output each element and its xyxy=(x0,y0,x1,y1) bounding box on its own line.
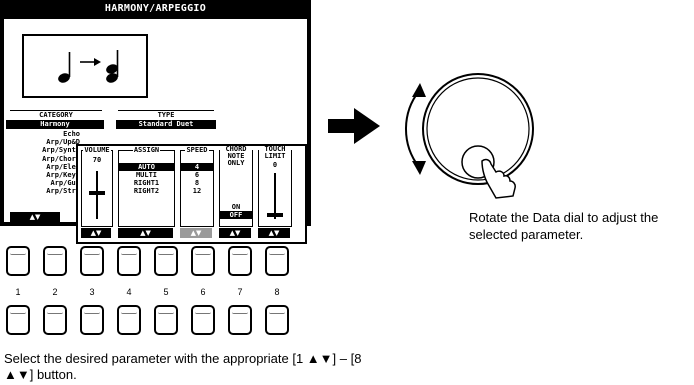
upper-button-7[interactable] xyxy=(228,246,252,276)
lower-button-7[interactable] xyxy=(228,305,252,335)
volume-column: VOLUME 70 xyxy=(81,146,113,227)
lower-button-5[interactable] xyxy=(154,305,178,335)
volume-value: 70 xyxy=(92,156,102,164)
upper-button-5[interactable] xyxy=(154,246,178,276)
touch-limit-value: 0 xyxy=(272,161,278,169)
parameter-panel: VOLUME 70 ▲▼ ASSIGN AUTO MULTI RIGHT1 RI… xyxy=(76,144,307,244)
category-selected[interactable]: Harmony xyxy=(6,120,104,129)
type-header: TYPE xyxy=(118,110,214,120)
speed-label: SPEED xyxy=(185,146,209,154)
type-selected[interactable]: Standard Duet xyxy=(116,120,216,129)
volume-slider[interactable] xyxy=(88,171,106,219)
button-number-5: 5 xyxy=(163,287,169,297)
speed-column: SPEED 4 6 8 12 xyxy=(180,146,214,227)
chord-note-only-button-label: ▲▼ xyxy=(219,228,251,238)
touch-limit-label: TOUCH LIMIT xyxy=(259,146,291,160)
button-number-8: 8 xyxy=(274,287,280,297)
button-number-4: 4 xyxy=(126,287,132,297)
touch-limit-slider[interactable] xyxy=(266,173,284,219)
lower-button-4[interactable] xyxy=(117,305,141,335)
button-number-2: 2 xyxy=(52,287,58,297)
speed-option-12[interactable]: 12 xyxy=(181,187,213,195)
upper-button-4[interactable] xyxy=(117,246,141,276)
screen-title: HARMONY/ARPEGGIO xyxy=(104,3,207,14)
lower-button-1[interactable] xyxy=(6,305,30,335)
assign-option-multi[interactable]: MULTI xyxy=(119,171,174,179)
button-number-7: 7 xyxy=(237,287,243,297)
chord-note-only-label: CHORD NOTE ONLY xyxy=(220,146,252,167)
category-list: Echo Arp/Up&D Arp/Synth Arp/Chord Arp/El… xyxy=(4,130,80,196)
category-header: CATEGORY xyxy=(10,110,102,120)
speed-option-6[interactable]: 6 xyxy=(181,171,213,179)
button-number-3: 3 xyxy=(89,287,95,297)
touch-limit-slider-knob xyxy=(267,213,283,217)
category-item[interactable]: Arp/Chord xyxy=(4,155,80,163)
select-parameter-caption: Select the desired parameter with the ap… xyxy=(4,351,362,382)
category-item[interactable]: Arp/Stri xyxy=(4,187,80,195)
category-item[interactable]: Arp/Gui xyxy=(4,179,80,187)
assign-option-right2[interactable]: RIGHT2 xyxy=(119,187,174,195)
lower-button-8[interactable] xyxy=(265,305,289,335)
assign-button-label: ▲▼ xyxy=(118,228,173,238)
button-number-6: 6 xyxy=(200,287,206,297)
rotate-dial-caption: Rotate the Data dial to adjust the selec… xyxy=(469,210,659,242)
assign-label: ASSIGN xyxy=(132,146,161,154)
upper-button-6[interactable] xyxy=(191,246,215,276)
notation-icon xyxy=(58,50,119,83)
harmony-notation-box xyxy=(22,34,148,98)
right-arrow-icon xyxy=(328,108,380,144)
volume-label: VOLUME xyxy=(83,146,111,154)
category-item[interactable]: Arp/Synth xyxy=(4,146,80,154)
upper-button-1[interactable] xyxy=(6,246,30,276)
data-dial-icon[interactable] xyxy=(396,66,536,201)
category-item[interactable]: Arp/Keyb xyxy=(4,171,80,179)
lower-button-6[interactable] xyxy=(191,305,215,335)
lower-button-3[interactable] xyxy=(80,305,104,335)
assign-column: ASSIGN AUTO MULTI RIGHT1 RIGHT2 xyxy=(118,146,175,227)
category-scroll-button[interactable]: ▲▼ xyxy=(10,212,60,222)
upper-button-8[interactable] xyxy=(265,246,289,276)
touch-limit-column: TOUCH LIMIT 0 xyxy=(258,146,292,227)
assign-option-auto[interactable]: AUTO xyxy=(119,163,174,171)
upper-button-3[interactable] xyxy=(80,246,104,276)
lower-button-2[interactable] xyxy=(43,305,67,335)
category-item[interactable]: Arp/Up&D xyxy=(4,138,80,146)
upper-button-2[interactable] xyxy=(43,246,67,276)
chord-note-only-off[interactable]: OFF xyxy=(220,211,252,219)
assign-option-right1[interactable]: RIGHT1 xyxy=(119,179,174,187)
category-item[interactable]: Arp/Elec xyxy=(4,163,80,171)
lcd-screen: HARMONY/ARPEGGIO CATEGORY TYPE Harmony S… xyxy=(0,0,311,244)
volume-slider-knob xyxy=(89,191,105,195)
category-item[interactable]: Echo xyxy=(4,130,80,138)
speed-button-label: ▲▼ xyxy=(180,228,212,238)
chord-note-only-column: CHORD NOTE ONLY ON OFF xyxy=(219,146,253,227)
chord-note-only-on[interactable]: ON xyxy=(220,203,252,211)
touch-limit-button-label: ▲▼ xyxy=(258,228,290,238)
volume-button-label: ▲▼ xyxy=(81,228,111,238)
screen-body: CATEGORY TYPE Harmony Standard Duet Echo… xyxy=(4,19,307,244)
speed-option-4[interactable]: 4 xyxy=(181,163,213,171)
button-number-1: 1 xyxy=(15,287,21,297)
speed-option-8[interactable]: 8 xyxy=(181,179,213,187)
